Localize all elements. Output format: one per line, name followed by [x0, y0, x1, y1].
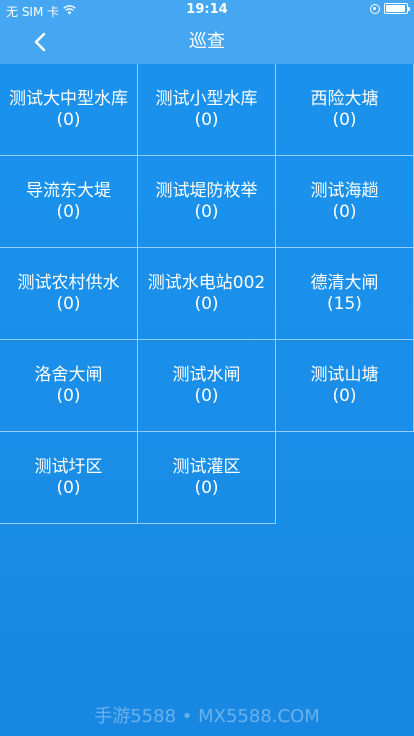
grid-item-count: (0): [56, 293, 81, 314]
grid-item-name: 测试水闸: [172, 364, 241, 385]
grid-item-count: (0): [194, 109, 219, 130]
grid-item[interactable]: 导流东大堤 (0): [0, 156, 138, 248]
grid-item-count: (0): [332, 201, 357, 222]
grid-item-count: (0): [332, 385, 357, 406]
grid-item-name: 测试海趟: [310, 180, 379, 201]
grid-item-count: (0): [56, 201, 81, 222]
grid-item[interactable]: 测试水闸 (0): [138, 340, 276, 432]
grid-item[interactable]: 测试海趟 (0): [276, 156, 414, 248]
grid-item-count: (0): [194, 477, 219, 498]
grid-item[interactable]: 洛舍大闸 (0): [0, 340, 138, 432]
status-time: 19:14: [186, 2, 228, 17]
grid-item[interactable]: 测试农村供水 (0): [0, 248, 138, 340]
grid-item-name: 测试小型水库: [155, 88, 258, 109]
grid-item-name: 德清大闸: [310, 272, 379, 293]
patrol-screen: 无 SIM 卡 19:14 巡查 测试大中型水库(0)测试小型水库(0): [0, 0, 414, 736]
grid-item[interactable]: 测试圩区 (0): [0, 432, 138, 524]
grid-item[interactable]: 德清大闸 (15): [276, 248, 414, 340]
grid-item-name: 测试大中型水库: [9, 88, 128, 109]
grid-item-count: (0): [194, 385, 219, 406]
grid-item-count: (0): [332, 109, 357, 130]
grid-item[interactable]: 测试水电站002 (0): [138, 248, 276, 340]
grid-item-count: (15): [327, 293, 362, 314]
battery-icon: [384, 3, 410, 14]
grid-item-count: (0): [194, 293, 219, 314]
grid-item-name: 西险大塘: [310, 88, 379, 109]
grid-item-name: 测试农村供水: [17, 272, 120, 293]
page-title: 巡查: [189, 31, 225, 52]
grid-item-name: 洛舍大闸: [34, 364, 103, 385]
grid-item-name: 测试水电站002: [147, 272, 266, 293]
chevron-left-icon: [34, 32, 46, 52]
grid-item[interactable]: 测试小型水库 (0): [138, 64, 276, 156]
rotation-lock-icon: [370, 3, 380, 14]
grid-item-name: 导流东大堤: [26, 180, 111, 201]
grid-item[interactable]: 测试大中型水库 (0): [0, 64, 138, 156]
status-bar: 无 SIM 卡 19:14: [0, 0, 414, 20]
back-button[interactable]: [24, 26, 56, 58]
grid-item-count: (0): [56, 477, 81, 498]
grid-item-name: 测试灌区: [172, 456, 241, 477]
grid-item-count: (0): [194, 201, 219, 222]
grid-item-count: (0): [56, 385, 81, 406]
grid-item[interactable]: 测试灌区 (0): [138, 432, 276, 524]
grid-item-count: (0): [56, 109, 81, 130]
grid-item[interactable]: 测试堤防枚举 (0): [138, 156, 276, 248]
grid-item-name: 测试堤防枚举: [155, 180, 258, 201]
battery-level: [386, 5, 405, 12]
status-right: [370, 3, 410, 14]
grid-item[interactable]: 西险大塘 (0): [276, 64, 414, 156]
navigation-bar: 巡查: [0, 20, 414, 64]
grid-item-name: 测试圩区: [34, 456, 103, 477]
watermark: 手游5588 • MX5588.COM: [94, 706, 320, 727]
grid-item-name: 测试山塘: [310, 364, 379, 385]
grid-item[interactable]: 测试山塘 (0): [276, 340, 414, 432]
